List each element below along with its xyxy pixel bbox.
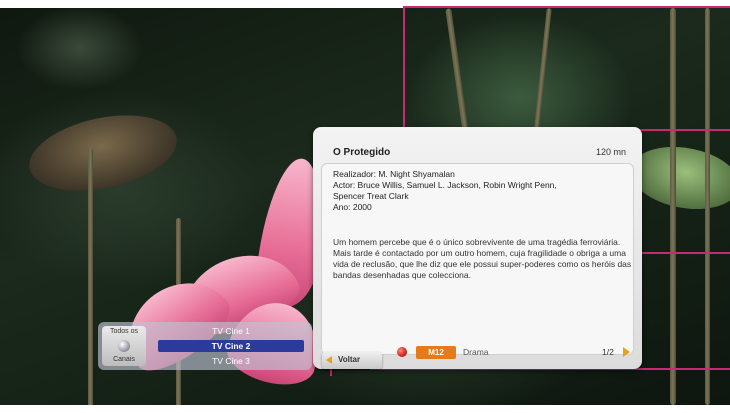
channel-selector: Todos os Canais TV Cine 1 TV Cine 2 TV C…	[98, 322, 312, 370]
channel-item[interactable]: TV Cine 1	[158, 325, 304, 337]
back-arrow-icon	[326, 356, 332, 364]
program-synopsis: Um homem percebe que é o único sobrevive…	[333, 237, 632, 280]
program-duration: 120 mn	[595, 147, 626, 157]
record-icon[interactable]	[397, 347, 407, 357]
page-indicator: 1/2	[602, 347, 614, 357]
category-globe-icon	[118, 340, 130, 352]
lotus-leaf-left	[22, 103, 184, 203]
stem	[705, 8, 710, 405]
age-rating-badge: M12	[416, 346, 456, 359]
channel-category-button[interactable]: Todos os Canais	[102, 326, 146, 366]
stem	[670, 8, 676, 405]
program-credits: Realizador: M. Night Shyamalan Actor: Br…	[333, 169, 623, 213]
callout-line	[330, 368, 332, 376]
callout-line	[403, 6, 730, 8]
category-label: Canais	[113, 356, 135, 363]
back-button[interactable]: Voltar	[322, 352, 382, 369]
stem	[88, 148, 93, 405]
channel-item-selected[interactable]: TV Cine 2	[158, 340, 304, 352]
actors-line: Actor: Bruce Willis, Samuel L. Jackson, …	[333, 180, 557, 190]
back-button-label: Voltar	[338, 355, 361, 364]
next-page-arrow-icon[interactable]	[623, 347, 630, 357]
year-line: Ano: 2000	[333, 202, 372, 212]
channel-item[interactable]: TV Cine 3	[158, 355, 304, 367]
stem	[533, 8, 552, 138]
category-label: Todos os	[109, 328, 139, 335]
program-info-panel: O Protegido 120 mn Realizador: M. Night …	[313, 127, 642, 369]
program-genre: Drama	[463, 347, 489, 357]
callout-line	[628, 252, 730, 254]
actors-line: Spencer Treat Clark	[333, 191, 409, 201]
director-line: Realizador: M. Night Shyamalan	[333, 169, 455, 179]
program-title: O Protegido	[333, 147, 391, 158]
